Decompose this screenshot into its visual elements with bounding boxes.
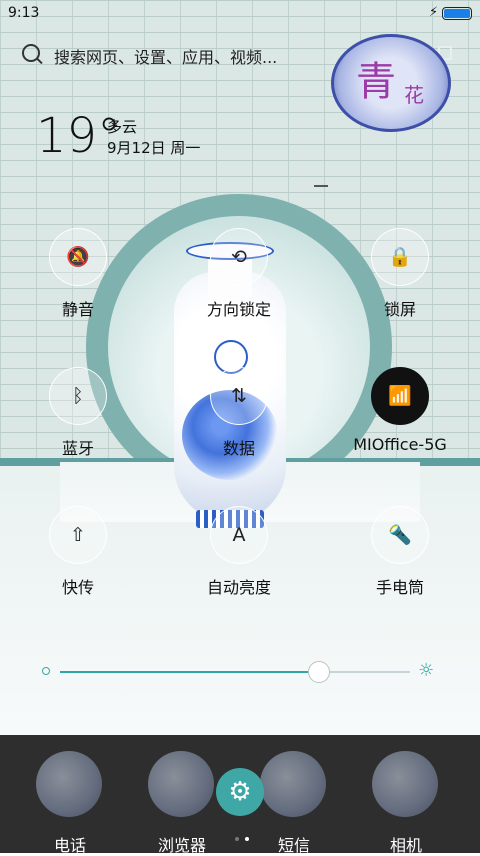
lock-icon: 🔒 xyxy=(388,246,412,268)
tile-wifi[interactable]: 📶 MIOffice-5G xyxy=(345,367,455,457)
data-arrows-icon: ⇅ xyxy=(231,385,247,407)
page-dot-active xyxy=(245,837,249,841)
tile-lock-screen[interactable]: 🔒 锁屏 xyxy=(345,228,455,319)
tile-mute[interactable]: 🔕 静音 xyxy=(23,228,133,319)
weather-date: 9月12日 周一 xyxy=(107,139,201,157)
seal-char-main: 青 xyxy=(356,59,396,105)
flashlight-icon: 🔦 xyxy=(388,524,412,546)
status-bar: 9:13 ⚡ xyxy=(0,0,480,28)
brightness-slider[interactable]: ☼ xyxy=(40,660,440,684)
status-time: 9:13 xyxy=(8,5,40,21)
blue-white-seal-logo: 青 花 xyxy=(331,34,451,132)
search-bar[interactable]: 搜索网页、设置、应用、视频... xyxy=(22,40,322,68)
tile-flashlight[interactable]: 🔦 手电筒 xyxy=(345,506,455,597)
tile-auto-brightness[interactable]: A 自动亮度 xyxy=(184,506,294,597)
tile-mute-label: 静音 xyxy=(61,300,94,319)
tile-bluetooth[interactable]: ᛒ 蓝牙 xyxy=(23,367,133,458)
auto-brightness-icon: A xyxy=(232,524,246,546)
browser-app-icon xyxy=(148,751,214,817)
tile-quick-transfer-label: 快传 xyxy=(61,578,94,597)
camera-app-icon xyxy=(372,751,438,817)
tile-rotation-lock[interactable]: ⟲ 方向锁定 xyxy=(184,228,294,319)
dock-app-4[interactable]: 相机 xyxy=(356,745,456,855)
brightness-fill xyxy=(60,671,319,673)
tile-quick-transfer[interactable]: ⇧ 快传 xyxy=(23,506,133,597)
tile-lock-screen-label: 锁屏 xyxy=(383,300,416,319)
battery-fill xyxy=(444,9,470,18)
tile-bluetooth-label: 蓝牙 xyxy=(61,439,94,458)
brightness-knob[interactable] xyxy=(308,661,330,683)
dock-app-label: 相机 xyxy=(389,836,422,855)
tile-wifi-label: MIOffice-5G xyxy=(353,435,447,454)
page-dot xyxy=(235,837,239,841)
dock-app-label: 电话 xyxy=(53,836,86,855)
brightness-track[interactable] xyxy=(60,661,410,683)
tile-flashlight-label: 手电筒 xyxy=(375,578,424,597)
tile-auto-brightness-label: 自动亮度 xyxy=(206,578,271,597)
rotation-lock-icon: ⟲ xyxy=(231,246,247,268)
seal-char-small: 花 xyxy=(404,83,424,107)
weather-condition: 多云 xyxy=(107,118,138,136)
dock-app-label: 短信 xyxy=(277,836,310,855)
search-icon xyxy=(22,44,40,62)
wifi-icon: 📶 xyxy=(388,385,412,407)
tile-mobile-data[interactable]: ⇅ 数据 xyxy=(184,367,294,458)
tile-mobile-data-label: 数据 xyxy=(222,439,255,458)
search-input[interactable]: 搜索网页、设置、应用、视频... xyxy=(54,44,277,68)
brightness-low-icon xyxy=(42,667,50,675)
battery-icon xyxy=(442,7,472,20)
dock-app-label: 浏览器 xyxy=(157,836,206,855)
dock-app-1[interactable]: 电话 xyxy=(20,745,120,855)
tile-rotation-lock-label: 方向锁定 xyxy=(206,300,271,319)
gear-icon[interactable]: ⚙ xyxy=(216,768,264,816)
upload-circle-icon: ⇧ xyxy=(70,524,86,546)
page-indicator xyxy=(232,826,252,845)
bolt-icon: ⚡ xyxy=(429,5,439,20)
sun-icon: ☼ xyxy=(418,660,435,681)
bluetooth-icon: ᛒ xyxy=(72,385,84,407)
bell-off-icon: 🔕 xyxy=(66,246,90,268)
phone-app-icon xyxy=(36,751,102,817)
messages-app-icon xyxy=(260,751,326,817)
divider xyxy=(314,185,328,187)
